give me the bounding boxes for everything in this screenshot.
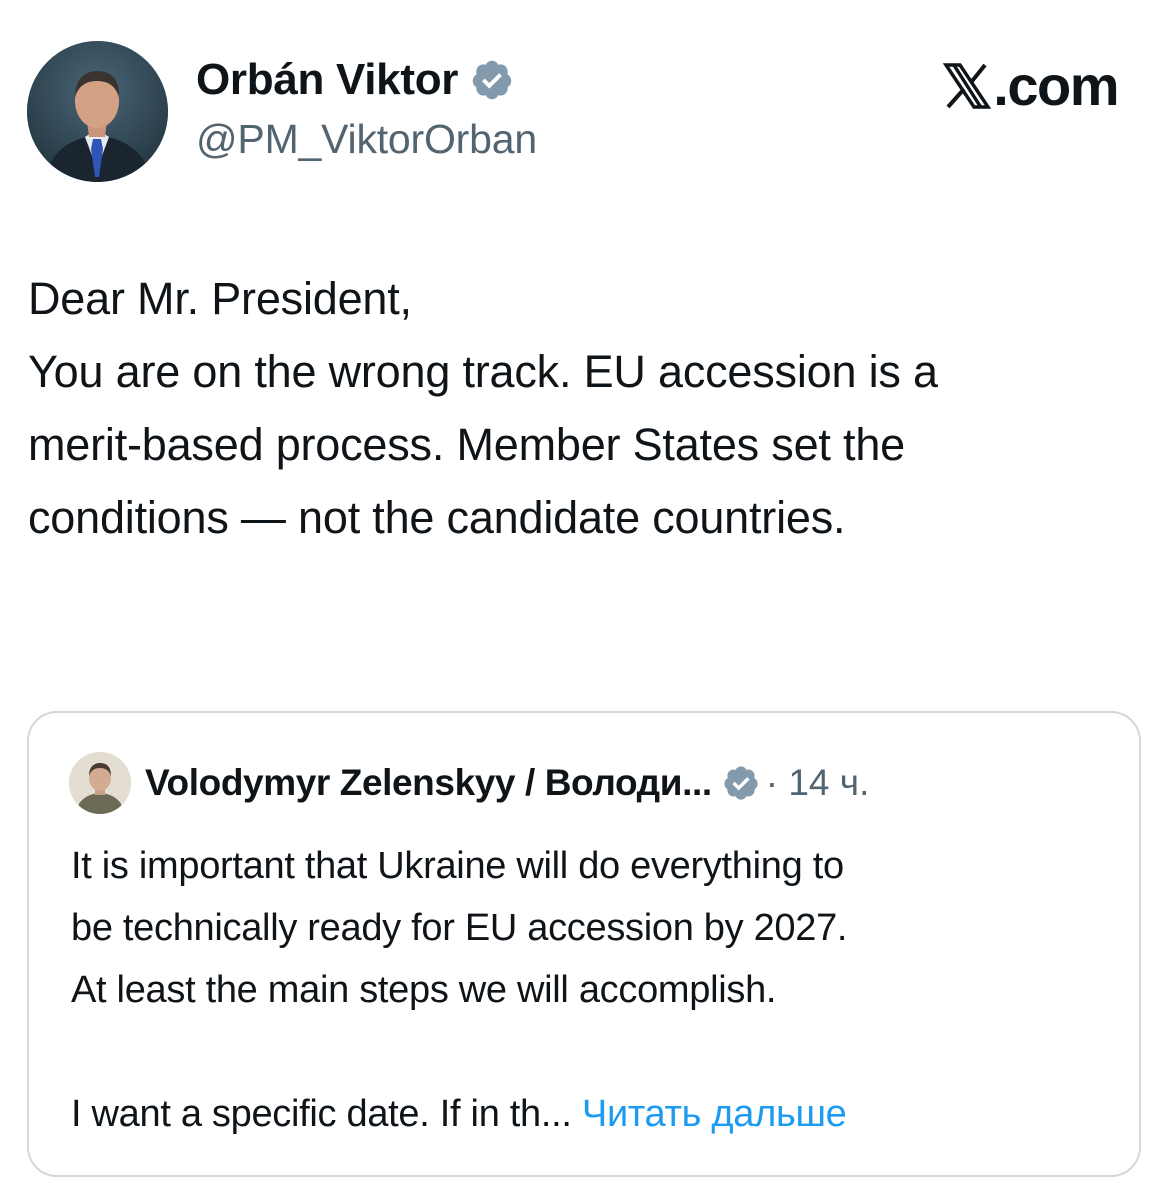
site-domain: .com (993, 54, 1119, 117)
read-more-link[interactable]: Читать дальше (582, 1093, 847, 1135)
quoted-tweet-header: Volodymyr Zelenskyy / Володи... · 14 ч. (69, 752, 870, 814)
quoted-tweet-text-line: be technically ready for EU accession by… (71, 907, 848, 949)
site-brand[interactable]: .com (943, 54, 1119, 117)
tweet-text-line: merit-based process. Member States set t… (28, 419, 905, 470)
tweet-text: Dear Mr. President, You are on the wrong… (28, 262, 1138, 554)
quoted-author-avatar[interactable] (69, 752, 131, 814)
author-avatar-image (27, 41, 168, 182)
quoted-tweet-truncated-line: I want a specific date. If in th... Чита… (71, 1083, 1111, 1145)
tweet-text-line: Dear Mr. President, (28, 273, 412, 324)
author-avatar[interactable] (27, 41, 168, 182)
tweet-text-line: conditions — not the candidate countries… (28, 492, 846, 543)
author-display-name[interactable]: Orbán Viktor (196, 54, 458, 106)
verified-badge-icon (724, 766, 758, 800)
quoted-tweet-text-line: At least the main steps we will accompli… (71, 969, 777, 1011)
quoted-author-display-name[interactable]: Volodymyr Zelenskyy / Володи... (145, 762, 712, 804)
quoted-author-avatar-image (69, 752, 131, 814)
quoted-tweet-timestamp[interactable]: · 14 ч. (766, 762, 870, 804)
quoted-tweet-text-line: It is important that Ukraine will do eve… (71, 845, 844, 887)
quoted-tweet-text: It is important that Ukraine will do eve… (71, 835, 1111, 1145)
author-header: Orbán Viktor (196, 54, 514, 106)
quoted-tweet-truncated-text: I want a specific date. If in th... (71, 1093, 572, 1135)
author-handle[interactable]: @PM_ViktorOrban (196, 114, 537, 164)
x-logo-icon (943, 63, 992, 109)
verified-badge-icon (472, 60, 512, 100)
tweet-text-line: You are on the wrong track. EU accession… (28, 346, 938, 397)
quoted-tweet-card[interactable]: Volodymyr Zelenskyy / Володи... · 14 ч. … (27, 711, 1141, 1177)
